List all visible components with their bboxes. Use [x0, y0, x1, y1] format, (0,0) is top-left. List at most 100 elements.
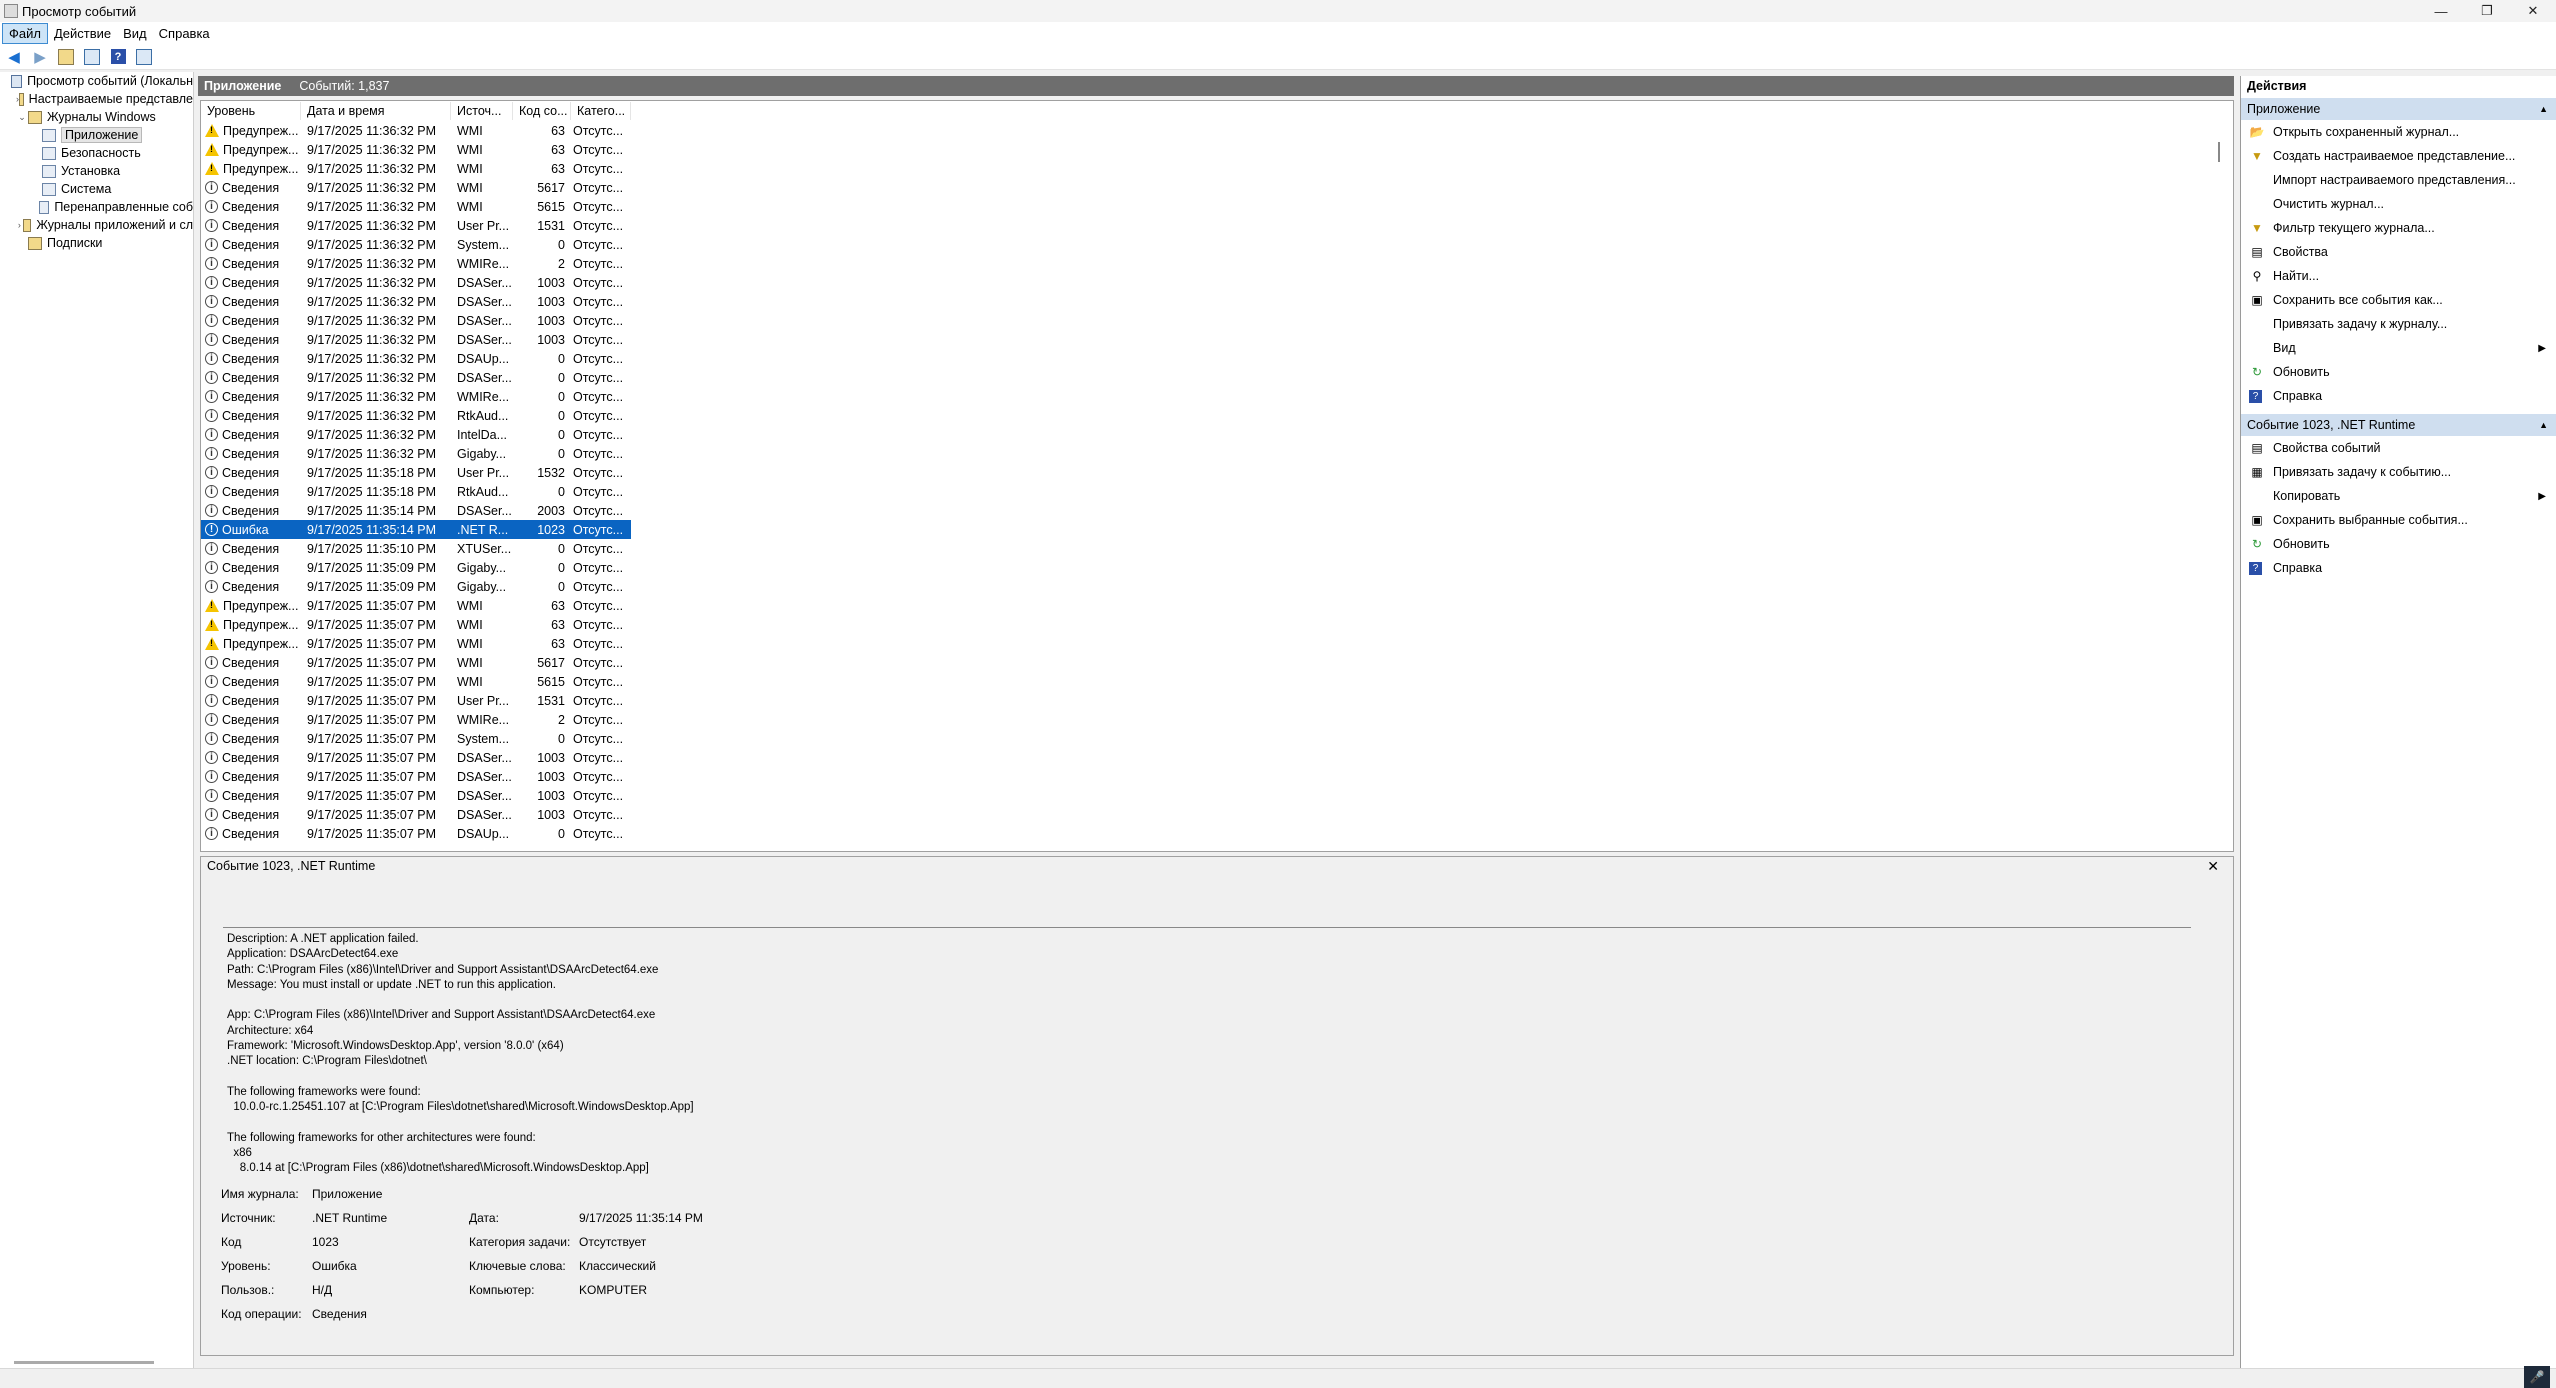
- maximize-button[interactable]: ❐: [2464, 0, 2510, 22]
- event-row[interactable]: Предупреж... 9/17/2025 11:35:07 PM WMI 63 От…: [201, 634, 2233, 653]
- event-row[interactable]: i Сведения 9/17/2025 11:35:14 PM DSASer... 2…: [201, 501, 2233, 520]
- event-row[interactable]: i Сведения 9/17/2025 11:36:32 PM WMI 5615 Отс…: [201, 197, 2233, 216]
- event-row[interactable]: i Сведения 9/17/2025 11:36:32 PM DSASer... 1…: [201, 311, 2233, 330]
- column-category[interactable]: Катего...: [571, 101, 631, 120]
- event-row[interactable]: i Сведения 9/17/2025 11:35:07 PM WMI 5617 Отс…: [201, 653, 2233, 672]
- action-item[interactable]: ⚲ Найти...: [2241, 264, 2556, 288]
- action-item[interactable]: ▤ Свойства: [2241, 240, 2556, 264]
- tree-node[interactable]: Подписки: [0, 234, 193, 252]
- warning-icon: [205, 124, 219, 137]
- action-item[interactable]: ? Справка: [2241, 384, 2556, 408]
- tree-node[interactable]: Система: [0, 180, 193, 198]
- action-item[interactable]: ↻ Обновить: [2241, 360, 2556, 384]
- menu-file[interactable]: Файл: [2, 22, 48, 44]
- collapse-icon[interactable]: ▲: [2539, 104, 2548, 114]
- tree-node[interactable]: Безопасность: [0, 144, 193, 162]
- event-row[interactable]: i Сведения 9/17/2025 11:36:32 PM DSAUp... 0 О…: [201, 349, 2233, 368]
- tree-node[interactable]: Просмотр событий (Локальн: [0, 72, 193, 90]
- folder-up-icon[interactable]: [56, 47, 76, 67]
- close-window-button[interactable]: ✕: [2510, 0, 2556, 22]
- event-row[interactable]: i Сведения 9/17/2025 11:35:07 PM DSAUp... 0 О…: [201, 824, 2233, 843]
- folder-icon: [22, 218, 32, 232]
- action-item[interactable]: ↻ Обновить: [2241, 532, 2556, 556]
- event-category: Отсутс...: [573, 522, 624, 537]
- event-datetime: 9/17/2025 11:35:07 PM: [307, 655, 437, 670]
- action-item[interactable]: 📂 Открыть сохраненный журнал...: [2241, 120, 2556, 144]
- expand-toggle-icon[interactable]: ⌄: [16, 112, 28, 123]
- tree-node[interactable]: › Журналы приложений и сл: [0, 216, 193, 234]
- action-item[interactable]: ? Справка: [2241, 556, 2556, 580]
- event-row[interactable]: i Сведения 9/17/2025 11:35:09 PM Gigaby... 0…: [201, 558, 2233, 577]
- event-row[interactable]: i Сведения 9/17/2025 11:35:07 PM User Pr...…: [201, 691, 2233, 710]
- action-item[interactable]: ▼ Создать настраиваемое представление...: [2241, 144, 2556, 168]
- event-row[interactable]: i Сведения 9/17/2025 11:36:32 PM WMIRe... 2 О…: [201, 254, 2233, 273]
- action-item[interactable]: ▣ Сохранить все события как...: [2241, 288, 2556, 312]
- event-row[interactable]: i Сведения 9/17/2025 11:36:32 PM WMIRe... 0 О…: [201, 387, 2233, 406]
- show-hide-tree-icon[interactable]: [82, 47, 102, 67]
- event-row[interactable]: i Сведения 9/17/2025 11:35:07 PM DSASer... 1…: [201, 767, 2233, 786]
- event-row[interactable]: Предупреж... 9/17/2025 11:36:32 PM WMI 63 От…: [201, 121, 2233, 140]
- action-item[interactable]: ▣ Сохранить выбранные события...: [2241, 508, 2556, 532]
- event-row[interactable]: i Сведения 9/17/2025 11:35:07 PM WMIRe... 2 О…: [201, 710, 2233, 729]
- action-item[interactable]: Копировать ▶: [2241, 484, 2556, 508]
- event-row[interactable]: i Сведения 9/17/2025 11:35:10 PM XTUSer... 0…: [201, 539, 2233, 558]
- tree-node[interactable]: Приложение: [0, 126, 193, 144]
- collapse-icon[interactable]: ▲: [2539, 420, 2548, 430]
- event-row[interactable]: i Сведения 9/17/2025 11:36:32 PM IntelDa...…: [201, 425, 2233, 444]
- tree-node[interactable]: Перенаправленные соб: [0, 198, 193, 216]
- event-row[interactable]: i Сведения 9/17/2025 11:35:18 PM RtkAud... 0…: [201, 482, 2233, 501]
- action-item[interactable]: ▦ Привязать задачу к событию...: [2241, 460, 2556, 484]
- action-label: Открыть сохраненный журнал...: [2273, 125, 2460, 139]
- event-row[interactable]: Предупреж... 9/17/2025 11:36:32 PM WMI 63 От…: [201, 140, 2233, 159]
- event-row[interactable]: i Сведения 9/17/2025 11:36:32 PM DSASer... 1…: [201, 273, 2233, 292]
- back-arrow-icon[interactable]: ◀: [4, 47, 24, 67]
- event-row[interactable]: i Сведения 9/17/2025 11:36:32 PM User Pr...…: [201, 216, 2233, 235]
- minimize-button[interactable]: —: [2418, 0, 2464, 22]
- event-row[interactable]: ! Ошибка 9/17/2025 11:35:14 PM .NET R... 102…: [201, 520, 631, 539]
- menu-help[interactable]: Справка: [153, 24, 216, 43]
- show-hide-action-pane-icon[interactable]: [134, 47, 154, 67]
- event-row[interactable]: Предупреж... 9/17/2025 11:36:32 PM WMI 63 От…: [201, 159, 2233, 178]
- action-item[interactable]: Импорт настраиваемого представления...: [2241, 168, 2556, 192]
- column-level[interactable]: Уровень: [201, 101, 301, 120]
- column-event-id[interactable]: Код со...: [513, 101, 571, 120]
- event-row[interactable]: i Сведения 9/17/2025 11:36:32 PM RtkAud... 0…: [201, 406, 2233, 425]
- events-scrollbar[interactable]: [2218, 142, 2220, 162]
- event-row[interactable]: Предупреж... 9/17/2025 11:35:07 PM WMI 63 От…: [201, 615, 2233, 634]
- event-row[interactable]: i Сведения 9/17/2025 11:36:32 PM DSASer... 1…: [201, 292, 2233, 311]
- event-row[interactable]: i Сведения 9/17/2025 11:36:32 PM DSASer... 1…: [201, 330, 2233, 349]
- actions-section-event[interactable]: Событие 1023, .NET Runtime ▲: [2241, 414, 2556, 436]
- actions-section-log[interactable]: Приложение ▲: [2241, 98, 2556, 120]
- column-datetime[interactable]: Дата и время: [301, 101, 451, 120]
- tree-node[interactable]: ⌄ Журналы Windows: [0, 108, 193, 126]
- menu-action[interactable]: Действие: [48, 24, 117, 43]
- event-row[interactable]: i Сведения 9/17/2025 11:35:09 PM Gigaby... 0…: [201, 577, 2233, 596]
- action-item[interactable]: ▼ Фильтр текущего журнала...: [2241, 216, 2556, 240]
- event-row[interactable]: i Сведения 9/17/2025 11:35:07 PM DSASer... 1…: [201, 786, 2233, 805]
- tree-node[interactable]: Установка: [0, 162, 193, 180]
- event-row[interactable]: i Сведения 9/17/2025 11:35:07 PM WMI 5615 Отс…: [201, 672, 2233, 691]
- event-row[interactable]: i Сведения 9/17/2025 11:35:07 PM System... 0…: [201, 729, 2233, 748]
- event-row[interactable]: i Сведения 9/17/2025 11:36:32 PM WMI 5617 Отс…: [201, 178, 2233, 197]
- event-row[interactable]: i Сведения 9/17/2025 11:35:18 PM User Pr...…: [201, 463, 2233, 482]
- event-row[interactable]: i Сведения 9/17/2025 11:35:07 PM DSASer... 1…: [201, 748, 2233, 767]
- event-row[interactable]: i Сведения 9/17/2025 11:36:32 PM Gigaby... 0…: [201, 444, 2233, 463]
- menu-view[interactable]: Вид: [117, 24, 153, 43]
- forward-arrow-icon[interactable]: ▶: [30, 47, 50, 67]
- tree-horizontal-scrollbar[interactable]: [14, 1361, 154, 1364]
- action-item[interactable]: ▤ Свойства событий: [2241, 436, 2556, 460]
- column-source[interactable]: Источ...: [451, 101, 513, 120]
- action-item[interactable]: Привязать задачу к журналу...: [2241, 312, 2556, 336]
- help-icon[interactable]: ?: [108, 47, 128, 67]
- tree-node[interactable]: › Настраиваемые представле: [0, 90, 193, 108]
- event-row[interactable]: i Сведения 9/17/2025 11:35:07 PM DSASer... 1…: [201, 805, 2233, 824]
- action-item[interactable]: Вид ▶: [2241, 336, 2556, 360]
- event-row[interactable]: i Сведения 9/17/2025 11:36:32 PM System... 0…: [201, 235, 2233, 254]
- close-detail-icon[interactable]: ✕: [2207, 858, 2219, 875]
- no-icon: [2249, 316, 2265, 332]
- event-row[interactable]: i Сведения 9/17/2025 11:36:32 PM DSASer... 0…: [201, 368, 2233, 387]
- action-item[interactable]: Очистить журнал...: [2241, 192, 2556, 216]
- microphone-icon[interactable]: 🎤: [2524, 1366, 2550, 1388]
- expand-toggle-icon[interactable]: ›: [16, 220, 23, 230]
- event-row[interactable]: Предупреж... 9/17/2025 11:35:07 PM WMI 63 От…: [201, 596, 2233, 615]
